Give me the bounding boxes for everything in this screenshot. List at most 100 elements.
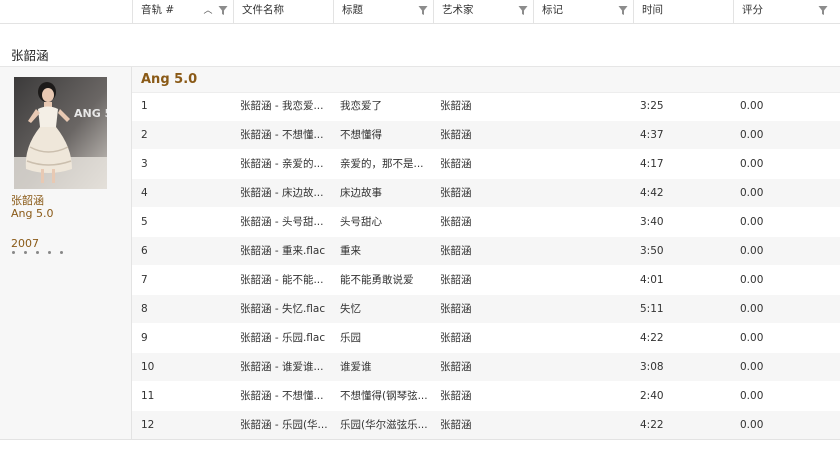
- table-row[interactable]: 6 张韶涵 - 重来.flac 重来 张韶涵 3:50 0.00: [132, 237, 840, 266]
- cell-track: 7: [141, 274, 148, 286]
- column-track[interactable]: 音轨 # ︿: [132, 0, 233, 23]
- album-year: 2007: [11, 237, 39, 250]
- column-title[interactable]: 标题: [333, 0, 433, 23]
- cell-title: 不想懂得: [340, 129, 382, 141]
- cell-time: 5:11: [640, 303, 664, 315]
- cell-filename: 张韶涵 - 乐园(华...: [240, 419, 328, 431]
- album-cover[interactable]: ANG 5.0: [14, 77, 107, 189]
- cell-time: 3:40: [640, 216, 664, 228]
- column-time[interactable]: 时间: [633, 0, 733, 23]
- filter-icon[interactable]: [218, 5, 228, 16]
- cell-filename: 张韶涵 - 谁爱谁...: [240, 361, 324, 373]
- column-header-bar: 音轨 # ︿ 文件名称 标题 艺术家 标记 时间 评分: [0, 0, 840, 24]
- cell-title: 亲爱的，那不是...: [340, 158, 424, 170]
- cell-rating: 0.00: [740, 303, 764, 315]
- cell-artist: 张韶涵: [440, 332, 472, 344]
- cell-time: 4:22: [640, 332, 664, 344]
- table-row[interactable]: 7 张韶涵 - 能不能... 能不能勇敢说爱 张韶涵 4:01 0.00: [132, 266, 840, 295]
- cell-rating: 0.00: [740, 245, 764, 257]
- cell-filename: 张韶涵 - 床边故...: [240, 187, 324, 199]
- column-rating[interactable]: 评分: [733, 0, 840, 23]
- cell-title: 床边故事: [340, 187, 382, 199]
- rating-dot-icon: [12, 251, 15, 254]
- table-row[interactable]: 1 张韶涵 - 我恋爱... 我恋爱了 张韶涵 3:25 0.00: [132, 92, 840, 121]
- table-row[interactable]: 4 张韶涵 - 床边故... 床边故事 张韶涵 4:42 0.00: [132, 179, 840, 208]
- column-marker[interactable]: 标记: [533, 0, 633, 23]
- table-row[interactable]: 5 张韶涵 - 头号甜... 头号甜心 张韶涵 3:40 0.00: [132, 208, 840, 237]
- cell-rating: 0.00: [740, 390, 764, 402]
- album-header: Ang 5.0: [132, 67, 840, 93]
- cell-time: 4:37: [640, 129, 664, 141]
- cell-artist: 张韶涵: [440, 361, 472, 373]
- column-filename[interactable]: 文件名称: [233, 0, 333, 23]
- rating-dot-icon: [60, 251, 63, 254]
- cell-title: 我恋爱了: [340, 100, 382, 112]
- cell-track: 3: [141, 158, 148, 170]
- cell-artist: 张韶涵: [440, 100, 472, 112]
- cell-artist: 张韶涵: [440, 390, 472, 402]
- filter-icon[interactable]: [518, 5, 528, 16]
- filter-icon[interactable]: [818, 5, 828, 16]
- artist-group-heading: 张韶涵: [11, 48, 49, 63]
- column-artist[interactable]: 艺术家: [433, 0, 533, 23]
- rating-dot-icon: [48, 251, 51, 254]
- cell-track: 8: [141, 303, 148, 315]
- cell-filename: 张韶涵 - 不想懂...: [240, 390, 324, 402]
- cell-track: 2: [141, 129, 148, 141]
- cell-track: 5: [141, 216, 148, 228]
- cell-time: 4:01: [640, 274, 664, 286]
- cell-rating: 0.00: [740, 216, 764, 228]
- column-rating-label: 评分: [742, 4, 763, 16]
- cell-track: 9: [141, 332, 148, 344]
- cell-filename: 张韶涵 - 失忆.flac: [240, 303, 326, 315]
- cell-title: 不想懂得(钢琴弦...: [340, 390, 428, 402]
- table-row[interactable]: 11 张韶涵 - 不想懂... 不想懂得(钢琴弦... 张韶涵 2:40 0.00: [132, 382, 840, 411]
- cell-time: 3:50: [640, 245, 664, 257]
- filter-icon[interactable]: [618, 5, 628, 16]
- column-time-label: 时间: [642, 4, 663, 16]
- cell-artist: 张韶涵: [440, 216, 472, 228]
- cell-track: 12: [141, 419, 155, 431]
- cell-rating: 0.00: [740, 100, 764, 112]
- cell-title: 能不能勇敢说爱: [340, 274, 414, 286]
- cell-time: 4:17: [640, 158, 664, 170]
- cell-rating: 0.00: [740, 187, 764, 199]
- cell-artist: 张韶涵: [440, 187, 472, 199]
- cell-title: 乐园(华尔滋弦乐...: [340, 419, 428, 431]
- table-row[interactable]: 10 张韶涵 - 谁爱谁... 谁爱谁 张韶涵 3:08 0.00: [132, 353, 840, 382]
- column-marker-label: 标记: [542, 4, 563, 16]
- cell-time: 3:08: [640, 361, 664, 373]
- cover-logo: ANG 5.0: [74, 107, 107, 120]
- album-artist: 张韶涵: [11, 194, 44, 207]
- cell-filename: 张韶涵 - 亲爱的...: [240, 158, 324, 170]
- cell-title: 重来: [340, 245, 361, 257]
- table-row[interactable]: 9 张韶涵 - 乐园.flac 乐园 张韶涵 4:22 0.00: [132, 324, 840, 353]
- cell-track: 6: [141, 245, 148, 257]
- cell-title: 头号甜心: [340, 216, 382, 228]
- table-row[interactable]: 3 张韶涵 - 亲爱的... 亲爱的，那不是... 张韶涵 4:17 0.00: [132, 150, 840, 179]
- cell-rating: 0.00: [740, 361, 764, 373]
- cell-title: 失忆: [340, 303, 361, 315]
- cell-artist: 张韶涵: [440, 129, 472, 141]
- cell-artist: 张韶涵: [440, 274, 472, 286]
- chevron-up-icon[interactable]: ︿: [202, 5, 214, 17]
- column-artist-label: 艺术家: [442, 4, 474, 16]
- album-rating[interactable]: [12, 251, 72, 259]
- cell-time: 4:42: [640, 187, 664, 199]
- table-row[interactable]: 8 张韶涵 - 失忆.flac 失忆 张韶涵 5:11 0.00: [132, 295, 840, 324]
- table-row[interactable]: 2 张韶涵 - 不想懂... 不想懂得 张韶涵 4:37 0.00: [132, 121, 840, 150]
- filter-icon[interactable]: [418, 5, 428, 16]
- cell-artist: 张韶涵: [440, 419, 472, 431]
- cell-time: 2:40: [640, 390, 664, 402]
- column-filename-label: 文件名称: [242, 4, 284, 16]
- album-name: Ang 5.0: [11, 207, 54, 220]
- album-header-title: Ang 5.0: [141, 72, 198, 87]
- cell-track: 4: [141, 187, 148, 199]
- cell-title: 谁爱谁: [340, 361, 372, 373]
- cell-track: 11: [141, 390, 155, 402]
- table-row[interactable]: 12 张韶涵 - 乐园(华... 乐园(华尔滋弦乐... 张韶涵 4:22 0.00: [132, 411, 840, 440]
- cell-title: 乐园: [340, 332, 361, 344]
- cell-rating: 0.00: [740, 129, 764, 141]
- cell-time: 3:25: [640, 100, 664, 112]
- cell-filename: 张韶涵 - 我恋爱...: [240, 100, 324, 112]
